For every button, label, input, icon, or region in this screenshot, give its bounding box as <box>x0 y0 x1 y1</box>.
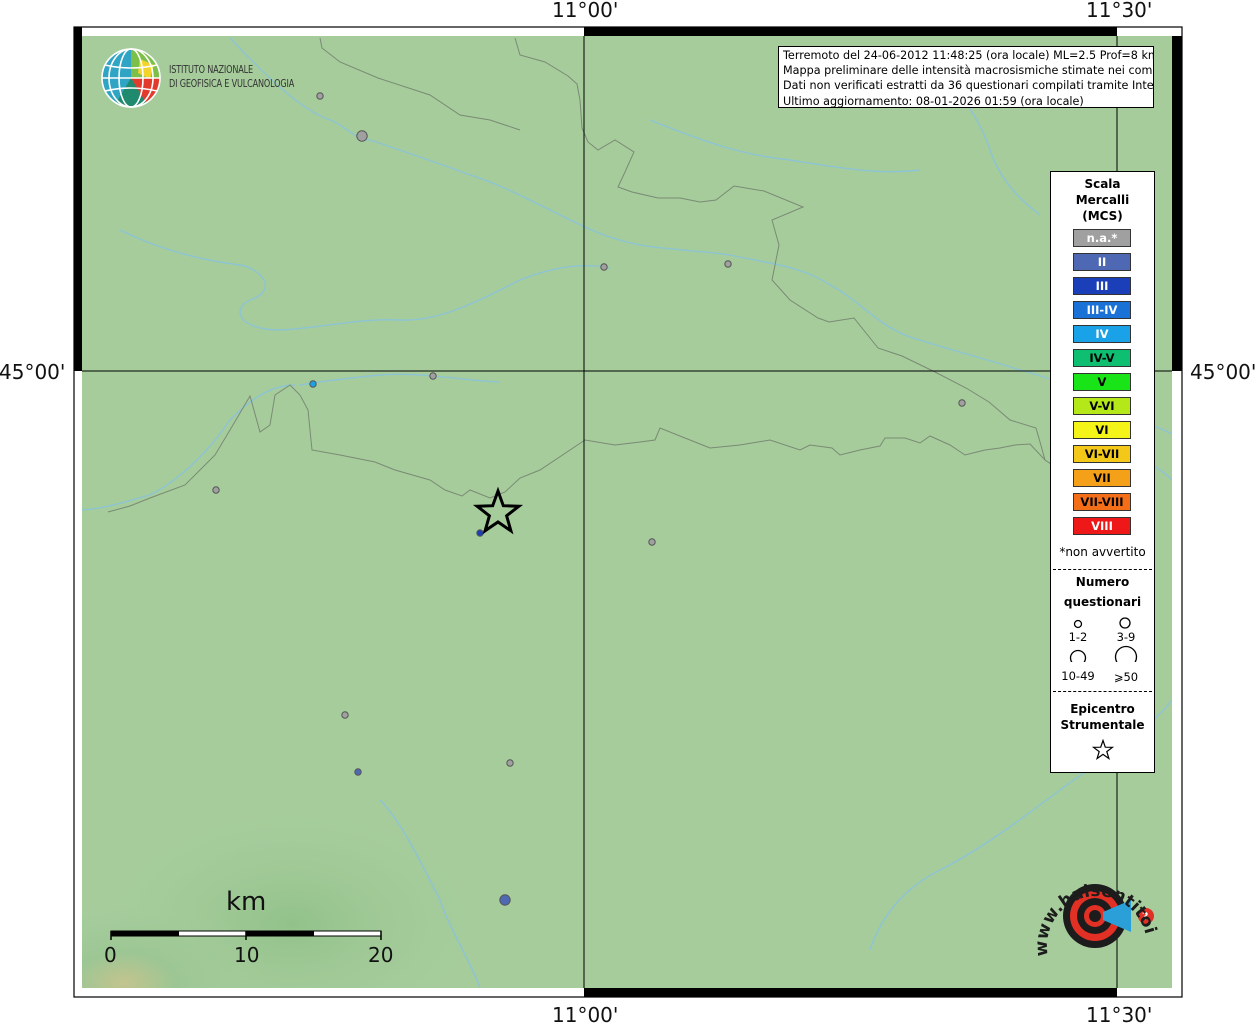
legend-not-felt-note: *non avvertito <box>1059 545 1146 559</box>
event-info-line4: Ultimo aggiornamento: 08-01-2026 01:59 (… <box>783 94 1084 108</box>
count-symbol-10-49 <box>1069 649 1087 662</box>
haisentito-logo: ? www.haisentitoilterremoto.it <box>1019 841 1162 978</box>
observation-point <box>499 894 511 906</box>
observation-point <box>506 759 514 767</box>
ingv-globe-icon <box>101 48 161 108</box>
frame-segment-top <box>584 27 1117 36</box>
lon-label-bottom-1100: 11°00' <box>552 1003 619 1027</box>
frame-corner-tl <box>74 27 82 36</box>
event-info-box: Terremoto del 24-06-2012 11:48:25 (ora l… <box>778 46 1154 108</box>
legend-intensity-vi: VI <box>1073 421 1131 439</box>
observation-point <box>212 486 220 494</box>
legend-epicenter-title-line1: Epicentro <box>1070 702 1135 716</box>
frame-segment-left <box>74 36 82 371</box>
scale-bar-unit: km <box>226 887 267 917</box>
legend-count-title-line2: questionari <box>1063 595 1142 609</box>
legend-count-title-line1: Numero <box>1075 575 1130 589</box>
event-info-line2: Mappa preliminare delle intensità macros… <box>783 64 1154 78</box>
count-symbol-50plus <box>1114 645 1138 662</box>
legend-intensity-vii-viii: VII-VIII <box>1073 493 1131 511</box>
observation-point <box>341 711 349 719</box>
legend-intensity-iii-iv: III-IV <box>1073 301 1131 319</box>
legend-divider-2 <box>1053 691 1152 692</box>
observation-point <box>429 372 437 380</box>
legend-intensity-vi-vii: VI-VII <box>1073 445 1131 463</box>
scale-bar-tick-10: 10 <box>234 943 260 967</box>
frame-segment-bottom <box>584 988 1117 997</box>
legend-panel: Scala Mercalli (MCS) n.a.* II III III-IV IV I… <box>1050 171 1155 773</box>
legend-intensity-ii: II <box>1073 253 1131 271</box>
observation-point <box>600 263 608 271</box>
legend-title-line2: Mercalli <box>1075 193 1130 207</box>
count-label-1-2: 1-2 <box>1068 630 1088 644</box>
observation-point <box>356 130 368 142</box>
legend-divider-1 <box>1053 569 1152 570</box>
legend-intensity-v-vi: V-VI <box>1073 397 1131 415</box>
legend-epicenter-title-line2: Strumentale <box>1060 718 1145 732</box>
observation-point <box>309 380 317 388</box>
scale-bar-tick-20: 20 <box>368 943 394 967</box>
event-info-line3: Dati non verificati estratti da 36 quest… <box>783 79 1154 93</box>
scale-bar-tick-0: 0 <box>104 943 117 967</box>
legend-intensity-iii: III <box>1073 277 1131 295</box>
ingv-logo: ISTITUTO NAZIONALE DI GEOFISICA E VULCAN… <box>100 47 340 111</box>
observation-point <box>476 529 484 537</box>
legend-intensity-iv: IV <box>1073 325 1131 343</box>
legend-title-line3: (MCS) <box>1082 209 1123 223</box>
lon-label-top-1130: 11°30' <box>1086 0 1153 22</box>
lat-label-left-4500: 45°00' <box>0 360 66 384</box>
count-symbol-3-9 <box>1119 617 1131 629</box>
frame-segment-right <box>1172 36 1182 371</box>
legend-title-line1: Scala <box>1084 177 1121 191</box>
relief-shading-hills <box>82 740 502 988</box>
lon-label-bottom-1130: 11°30' <box>1086 1003 1153 1027</box>
observation-point <box>958 399 966 407</box>
count-label-3-9: 3-9 <box>1116 630 1136 644</box>
lat-label-right-4500: 45°00' <box>1190 360 1255 384</box>
legend-epicenter-star-icon <box>1092 739 1114 760</box>
haisentito-target-icon: ? www.haisentitoilterremoto.it <box>1019 841 1160 957</box>
count-label-10-49: 10-49 <box>1061 669 1095 683</box>
event-info-line1: Terremoto del 24-06-2012 11:48:25 (ora l… <box>783 49 1154 62</box>
count-label-50plus: ⩾50 <box>1113 670 1139 684</box>
legend-intensity-viii: VIII <box>1073 517 1131 535</box>
legend-intensity-iv-v: IV-V <box>1073 349 1131 367</box>
count-symbol-1-2 <box>1073 619 1083 629</box>
legend-intensity-na: n.a.* <box>1073 229 1131 247</box>
observation-point <box>354 768 362 776</box>
legend-intensity-v: V <box>1073 373 1131 391</box>
legend-intensity-vii: VII <box>1073 469 1131 487</box>
observation-point <box>648 538 656 546</box>
ingv-name-line2: DI GEOFISICA E VULCANOLOGIA <box>169 78 295 90</box>
observation-point <box>724 260 732 268</box>
lon-label-top-1100: 11°00' <box>552 0 619 22</box>
ingv-name-line1: ISTITUTO NAZIONALE <box>169 64 253 76</box>
